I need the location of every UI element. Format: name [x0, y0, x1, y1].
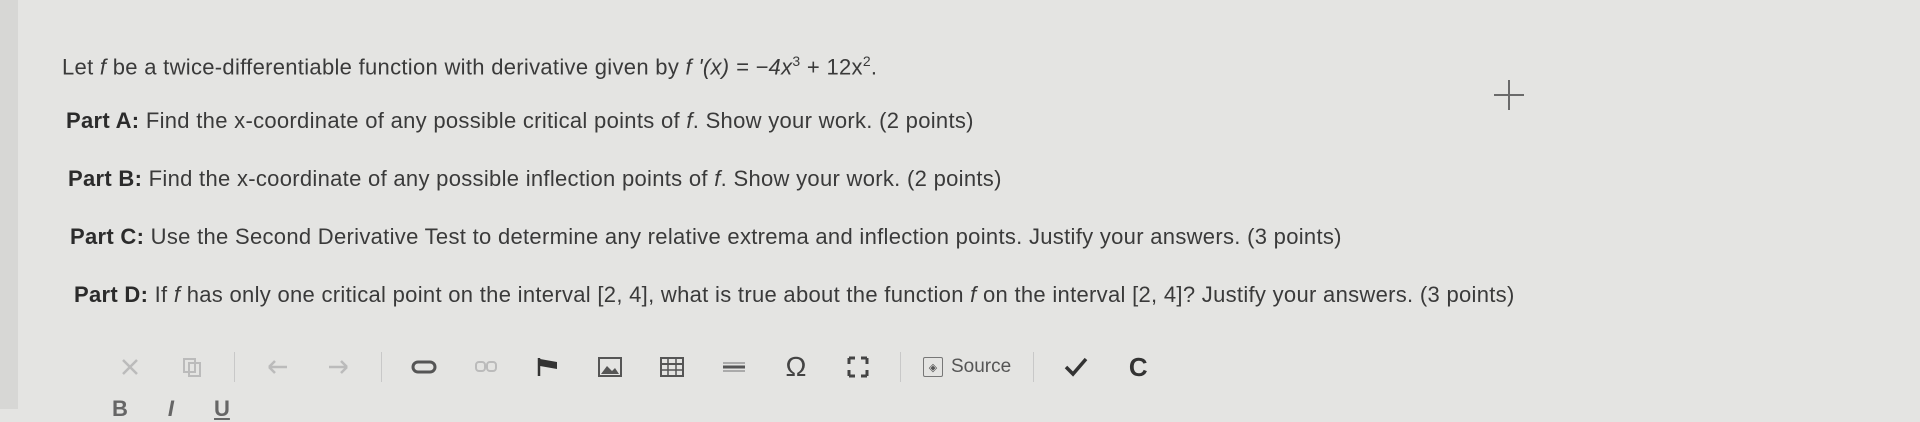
question-intro: Let f be a twice-differentiable function…: [62, 53, 877, 80]
redo-icon[interactable]: [319, 347, 359, 387]
toolbar-separator: [234, 352, 235, 382]
part-d: Part D: If f has only one critical point…: [74, 282, 1515, 308]
part-text: Find the x-coordinate of any possible cr…: [139, 108, 687, 133]
part-text: Use the Second Derivative Test to determ…: [144, 224, 1342, 249]
part-text: on the interval [2, 4]? Justify your ans…: [976, 282, 1515, 307]
part-label: Part A:: [66, 108, 140, 133]
toolbar-separator: [900, 352, 901, 382]
part-label: Part C:: [70, 224, 145, 249]
part-label: Part D:: [74, 282, 149, 307]
part-text: Find the x-coordinate of any possible in…: [142, 166, 715, 191]
part-text: . Show your work. (2 points): [720, 166, 1002, 191]
page-edge: [0, 0, 18, 409]
part-a: Part A: Find the x-coordinate of any pos…: [66, 108, 974, 134]
source-label: Source: [951, 356, 1012, 377]
crosshair-cursor-icon: [1494, 80, 1524, 110]
underline-button[interactable]: U: [214, 396, 230, 422]
part-text: . Show your work. (2 points): [692, 108, 974, 133]
intro-text: .: [870, 54, 878, 80]
derivative-expression: + 12x: [800, 54, 863, 80]
unlink-icon[interactable]: [466, 347, 506, 387]
intro-text: be a twice-differentiable function with …: [106, 54, 686, 80]
copy-icon[interactable]: [172, 347, 212, 387]
intro-text: Let: [62, 54, 100, 80]
undo-icon[interactable]: [257, 347, 297, 387]
exponent: 2: [862, 53, 871, 69]
flag-icon[interactable]: [528, 347, 568, 387]
part-text: has only one critical point on the inter…: [180, 282, 971, 307]
part-label: Part B:: [68, 166, 143, 191]
toolbar-separator: [381, 352, 382, 382]
source-icon: ◈: [923, 357, 943, 377]
toolbar-separator: [1033, 352, 1035, 382]
format-toolbar-row: B I U: [112, 396, 230, 422]
part-c: Part C: Use the Second Derivative Test t…: [70, 224, 1342, 250]
part-b: Part B: Find the x-coordinate of any pos…: [68, 166, 1002, 192]
horizontal-line-icon[interactable]: [714, 347, 754, 387]
c-icon[interactable]: C: [1118, 347, 1158, 387]
italic-button[interactable]: I: [168, 396, 174, 422]
maximize-icon[interactable]: [838, 347, 878, 387]
image-icon[interactable]: [590, 347, 630, 387]
link-icon[interactable]: [404, 347, 444, 387]
derivative-expression: f '(x) = −4x: [685, 54, 793, 80]
bold-button[interactable]: B: [112, 396, 128, 422]
cut-icon[interactable]: [110, 347, 150, 387]
editor-toolbar: Ω ◈ Source C: [110, 344, 1180, 390]
check-icon[interactable]: [1056, 347, 1096, 387]
omega-icon[interactable]: Ω: [776, 347, 816, 387]
source-button[interactable]: ◈ Source: [923, 347, 1011, 387]
table-icon[interactable]: [652, 347, 692, 387]
part-text: If: [148, 282, 174, 307]
